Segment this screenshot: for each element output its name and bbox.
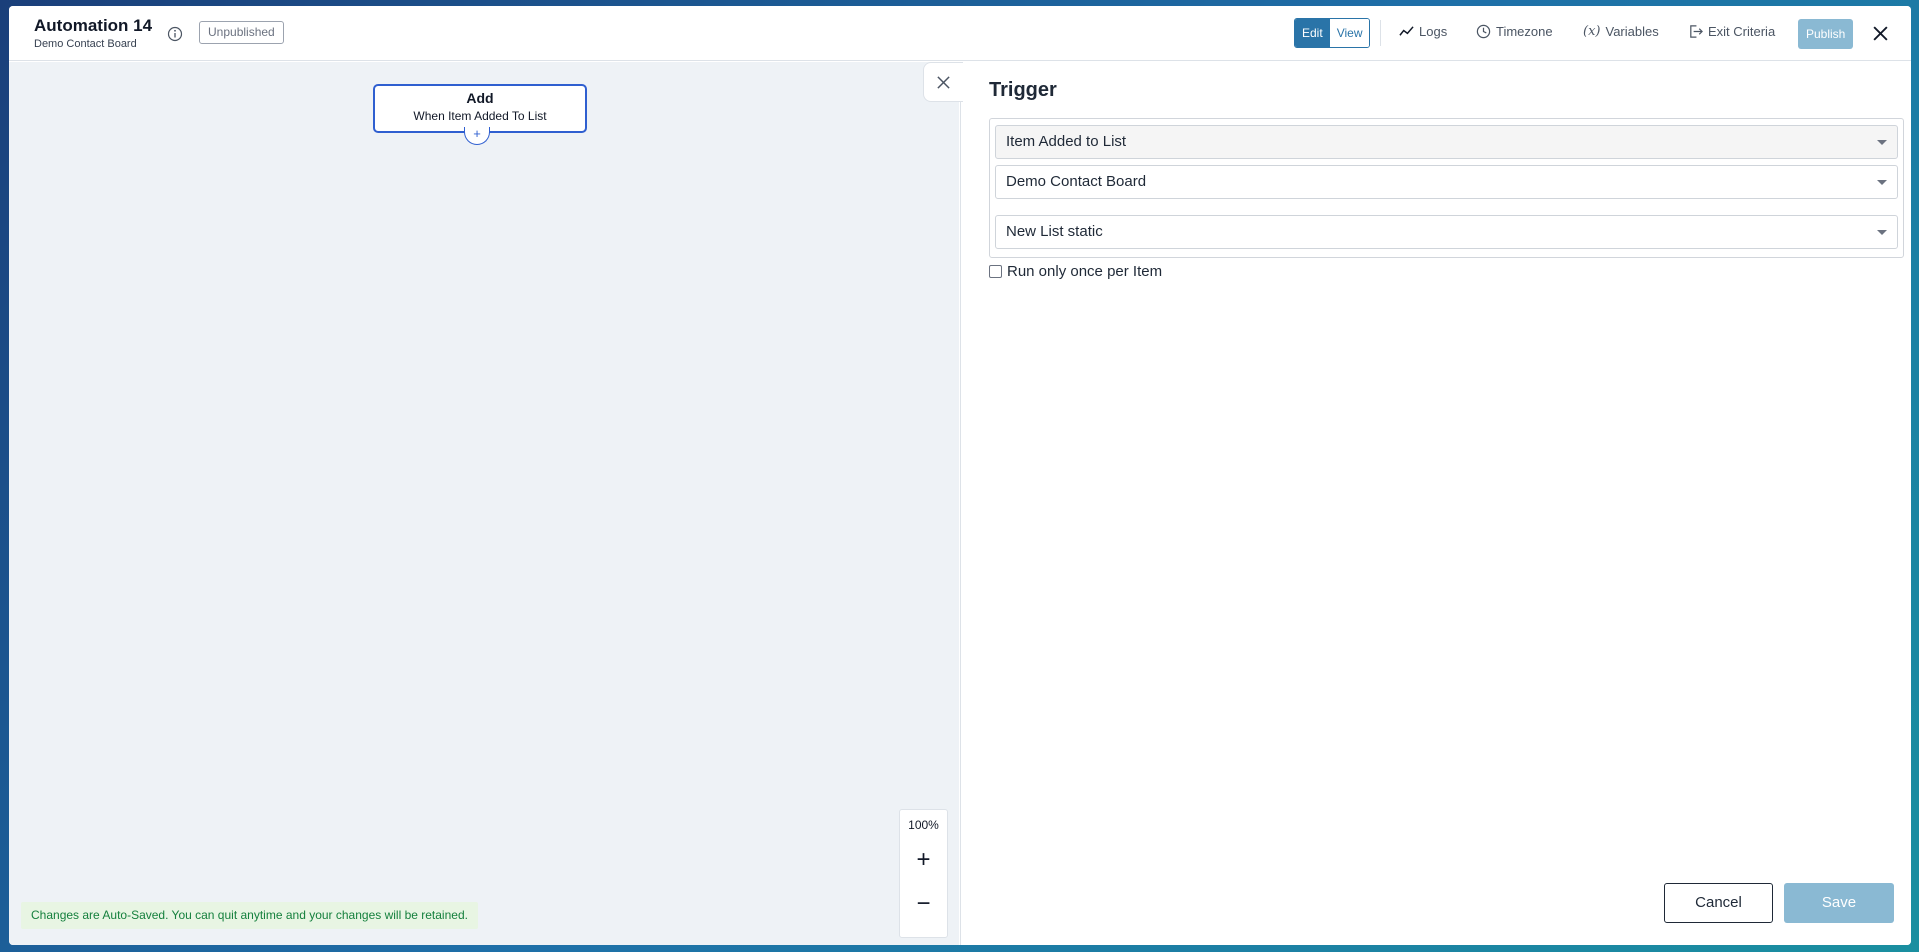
info-icon[interactable] (167, 26, 183, 42)
activity-icon (1399, 26, 1414, 36)
header-divider (1380, 20, 1381, 46)
clock-icon (1476, 24, 1491, 39)
trigger-type-select[interactable]: Item Added to List (995, 125, 1898, 159)
variables-link[interactable]: (x) Variables (1583, 24, 1659, 39)
board-select[interactable]: Demo Contact Board (995, 165, 1898, 199)
status-badge: Unpublished (199, 21, 284, 44)
autosave-notice: Changes are Auto-Saved. You can quit any… (21, 902, 478, 929)
timezone-link[interactable]: Timezone (1476, 24, 1553, 39)
mode-toggle: Edit View (1294, 18, 1371, 48)
view-mode-button[interactable]: View (1329, 19, 1370, 47)
run-once-label: Run only once per Item (1007, 263, 1163, 280)
timezone-label: Timezone (1496, 24, 1553, 39)
automation-window: Automation 14 Demo Contact Board Unpubli… (9, 6, 1911, 945)
exit-icon (1690, 25, 1703, 38)
logs-label: Logs (1419, 24, 1448, 39)
logs-link[interactable]: Logs (1399, 24, 1447, 39)
workflow-canvas[interactable]: Add When Item Added To List + 100% + − C… (9, 62, 959, 945)
chevron-down-icon (1877, 180, 1887, 185)
trigger-panel: Trigger Item Added to List Demo Contact … (960, 62, 1911, 945)
variables-label: Variables (1605, 24, 1659, 39)
trigger-node-title: Add (466, 90, 494, 106)
run-once-option[interactable]: Run only once per Item (989, 263, 1162, 280)
run-once-checkbox[interactable] (989, 265, 1002, 278)
header-bar: Automation 14 Demo Contact Board Unpubli… (9, 6, 1911, 61)
add-step-button[interactable]: + (464, 127, 490, 145)
list-select[interactable]: New List static (995, 215, 1898, 249)
zoom-level: 100% (908, 818, 939, 832)
exit-criteria-link[interactable]: Exit Criteria (1688, 24, 1775, 39)
zoom-out-button[interactable]: − (900, 882, 947, 926)
close-icon (937, 76, 950, 89)
title-block: Automation 14 Demo Contact Board (34, 16, 152, 51)
trigger-type-value: Item Added to List (1006, 133, 1127, 150)
cancel-button[interactable]: Cancel (1664, 883, 1773, 923)
zoom-in-button[interactable]: + (900, 838, 947, 882)
trigger-settings-group: Item Added to List Demo Contact Board Ne… (989, 118, 1904, 258)
trigger-node-subtitle: When Item Added To List (413, 109, 547, 123)
exit-criteria-label: Exit Criteria (1708, 24, 1776, 39)
edit-mode-button[interactable]: Edit (1295, 19, 1330, 47)
close-panel-button[interactable] (923, 62, 963, 102)
list-value: New List static (1006, 223, 1103, 240)
board-value: Demo Contact Board (1006, 173, 1147, 190)
automation-board-name: Demo Contact Board (34, 38, 137, 50)
panel-title: Trigger (989, 79, 1057, 101)
close-icon[interactable] (1872, 25, 1889, 42)
variables-icon: (x) (1583, 24, 1601, 39)
chevron-down-icon (1877, 230, 1887, 235)
save-button[interactable]: Save (1784, 883, 1894, 923)
zoom-controls: 100% + − (899, 809, 948, 938)
chevron-down-icon (1877, 140, 1887, 145)
automation-title: Automation 14 (34, 16, 153, 35)
publish-button[interactable]: Publish (1798, 19, 1854, 49)
